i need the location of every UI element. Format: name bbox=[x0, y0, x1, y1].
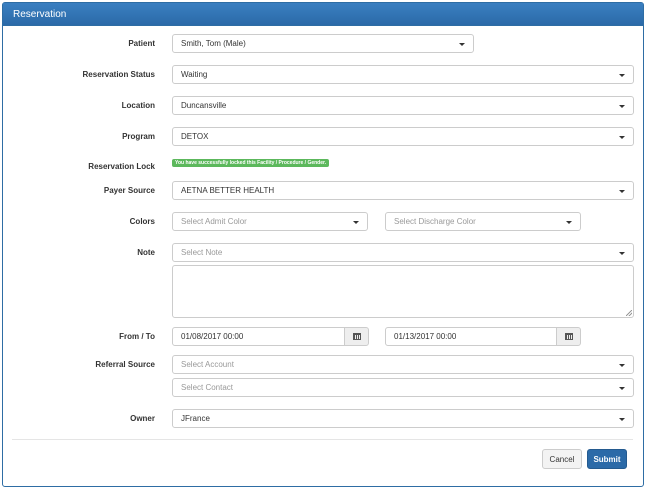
colors-label: Colors bbox=[129, 217, 155, 226]
from-calendar-button[interactable] bbox=[344, 327, 369, 346]
referral-account-placeholder: Select Account bbox=[181, 360, 234, 369]
chevron-down-icon bbox=[619, 190, 625, 193]
cancel-button[interactable]: Cancel bbox=[542, 449, 582, 469]
calendar-icon bbox=[352, 333, 361, 340]
chevron-down-icon bbox=[619, 364, 625, 367]
reservation-status-label: Reservation Status bbox=[82, 70, 155, 79]
location-label: Location bbox=[121, 101, 155, 110]
location-value: Duncansville bbox=[181, 101, 227, 110]
chevron-down-icon bbox=[619, 136, 625, 139]
discharge-color-select[interactable]: Select Discharge Color bbox=[385, 212, 581, 231]
program-label: Program bbox=[122, 132, 155, 141]
admit-color-select[interactable]: Select Admit Color bbox=[172, 212, 368, 231]
chevron-down-icon bbox=[619, 252, 625, 255]
note-select[interactable]: Select Note bbox=[172, 243, 634, 262]
program-value: DETOX bbox=[181, 132, 209, 141]
note-textarea[interactable] bbox=[172, 265, 634, 318]
note-label: Note bbox=[137, 248, 155, 257]
discharge-color-placeholder: Select Discharge Color bbox=[394, 217, 476, 226]
payer-source-select[interactable]: AETNA BETTER HEALTH bbox=[172, 181, 634, 200]
admit-color-placeholder: Select Admit Color bbox=[181, 217, 247, 226]
referral-source-label: Referral Source bbox=[95, 360, 155, 369]
from-date-value: 01/08/2017 00:00 bbox=[181, 332, 244, 341]
footer-divider bbox=[12, 439, 633, 440]
chevron-down-icon bbox=[353, 221, 359, 224]
chevron-down-icon bbox=[459, 43, 465, 46]
from-date-input[interactable]: 01/08/2017 00:00 bbox=[172, 327, 345, 346]
from-to-label: From / To bbox=[119, 332, 155, 341]
patient-label: Patient bbox=[128, 39, 155, 48]
to-calendar-button[interactable] bbox=[556, 327, 581, 346]
chevron-down-icon bbox=[619, 387, 625, 390]
payer-source-label: Payer Source bbox=[103, 186, 155, 195]
chevron-down-icon bbox=[619, 418, 625, 421]
to-date-value: 01/13/2017 00:00 bbox=[394, 332, 457, 341]
referral-contact-select[interactable]: Select Contact bbox=[172, 378, 634, 397]
owner-value: JFrance bbox=[181, 414, 210, 423]
chevron-down-icon bbox=[566, 221, 572, 224]
patient-select[interactable]: Smith, Tom (Male) bbox=[172, 34, 474, 53]
program-select[interactable]: DETOX bbox=[172, 127, 634, 146]
reservation-lock-badge: You have successfully locked this Facili… bbox=[172, 159, 330, 167]
chevron-down-icon bbox=[619, 74, 625, 77]
owner-label: Owner bbox=[130, 414, 155, 423]
submit-button[interactable]: Submit bbox=[587, 449, 627, 469]
referral-account-select[interactable]: Select Account bbox=[172, 355, 634, 374]
reservation-status-select[interactable]: Waiting bbox=[172, 65, 634, 84]
referral-contact-placeholder: Select Contact bbox=[181, 383, 234, 392]
patient-value: Smith, Tom (Male) bbox=[181, 39, 246, 48]
to-date-input[interactable]: 01/13/2017 00:00 bbox=[385, 327, 557, 346]
reservation-lock-label: Reservation Lock bbox=[88, 162, 155, 171]
resize-handle-icon[interactable] bbox=[626, 310, 632, 316]
location-select[interactable]: Duncansville bbox=[172, 96, 634, 115]
reservation-status-value: Waiting bbox=[181, 70, 208, 79]
owner-select[interactable]: JFrance bbox=[172, 409, 634, 428]
note-placeholder: Select Note bbox=[181, 248, 223, 257]
calendar-icon bbox=[564, 333, 573, 340]
payer-source-value: AETNA BETTER HEALTH bbox=[181, 186, 275, 195]
panel-title: Reservation bbox=[3, 3, 643, 26]
chevron-down-icon bbox=[619, 105, 625, 108]
